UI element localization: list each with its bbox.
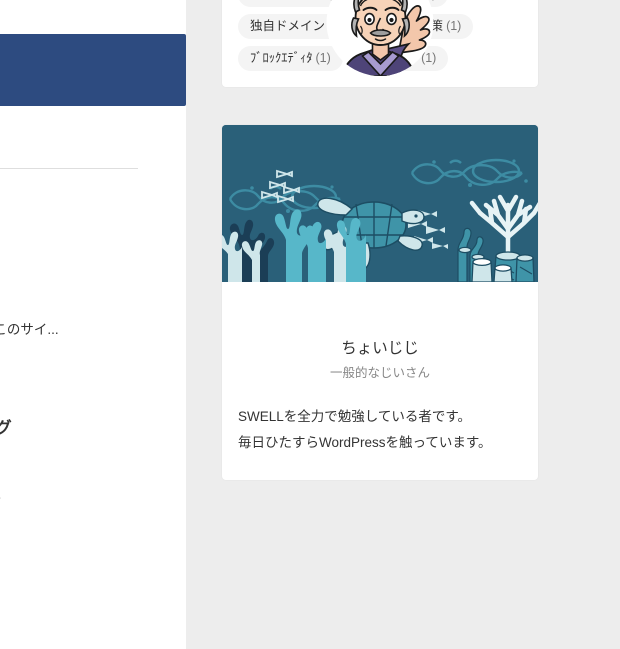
profile-description-line: SWELLを全力で勉強している者です。: [238, 409, 472, 425]
profile-name: ちょいじじ: [341, 340, 419, 357]
profile-role: 一般的なじいさん: [329, 365, 430, 380]
excerpt-line: を訪問者様により理解: [0, 483, 186, 509]
profile-body: ちょいじじ 一般的なじいさん SWELLを全力で勉強している者です。 毎日ひたす…: [222, 282, 538, 480]
tag-count: (1): [315, 51, 331, 66]
profile-widget: ちょいじじ 一般的なじいさん SWELLを全力で勉強している者です。 毎日ひたす…: [222, 0, 538, 481]
tag-count: (1): [421, 51, 437, 66]
tag-label: 独自ドメイン: [250, 19, 326, 34]
main-content-column: サーバー+SWELL な『エックスサーバ dPress導入後、10記 必要なプラ…: [0, 0, 186, 649]
excerpt-line: イラストなどをバラン: [0, 509, 186, 535]
post-title-1[interactable]: サーバー+SWELL: [0, 199, 186, 223]
profile-cover-image: [222, 125, 538, 282]
excerpt-line: 必要なプラグイン等: [0, 291, 186, 317]
excerpt-line: dPress導入後、10記: [0, 265, 186, 291]
tag-label: ﾌﾞﾛｯｸｴﾃﾞｨﾀ: [250, 51, 313, 66]
excerpt-line: な『エックスサーバ: [0, 239, 186, 265]
post-title-2[interactable]: ールを紹介【ブログ: [0, 417, 186, 441]
tag-link[interactable]: ﾌﾞﾛｯｸｴﾃﾞｨﾀ (1): [238, 46, 343, 71]
profile-description-line: 毎日ひたすらWordPressを触っています。: [238, 435, 492, 451]
page-root: サーバー+SWELL な『エックスサーバ dPress導入後、10記 必要なプラ…: [0, 0, 620, 649]
tag-label: パーマリンク: [250, 0, 325, 1]
post-excerpt-2: やイラストなどを扱っ を訪問者様により理解 イラストなどをバラン ...: [0, 457, 186, 561]
profile-description: SWELLを全力で勉強している者です。 毎日ひたすらWordPressを触ってい…: [238, 404, 522, 456]
post-thumbnail[interactable]: [0, 34, 186, 106]
excerpt-line: やイラストなどを扱っ: [0, 457, 186, 483]
divider: [0, 168, 138, 169]
underwater-coral-reef-illustration: [222, 125, 538, 282]
post-excerpt-1: な『エックスサーバ dPress導入後、10記 必要なプラグイン等 このサイ..…: [0, 239, 186, 343]
excerpt-line: ...: [0, 535, 186, 561]
sidebar: WP Mail SMTP(1)WP Sitemap Page(1)XML Sit…: [222, 0, 538, 481]
excerpt-line: このサイ...: [0, 322, 59, 337]
tag-count: (1): [446, 19, 462, 34]
